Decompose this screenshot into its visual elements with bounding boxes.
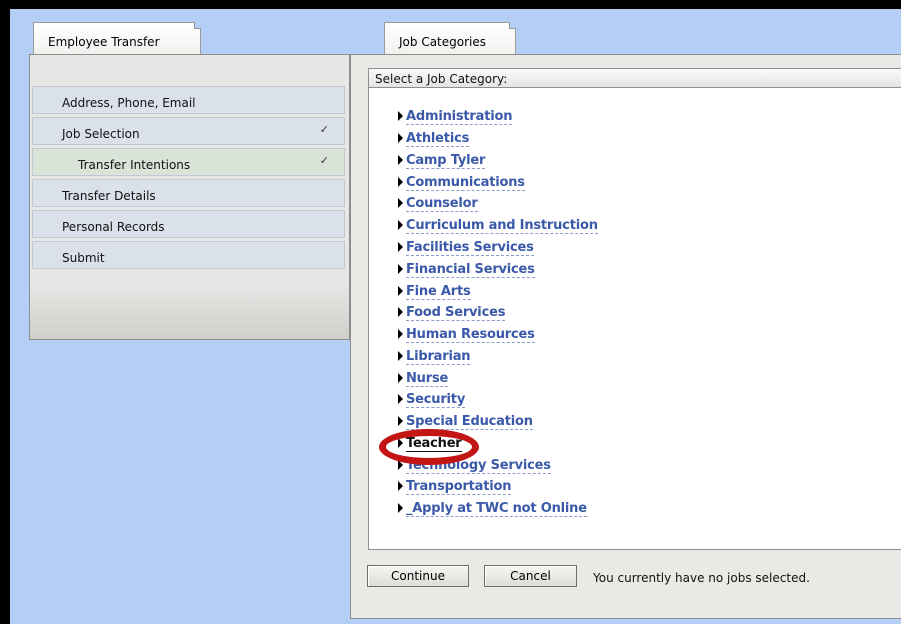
category-link-food-services[interactable]: Food Services [398, 305, 505, 323]
nav-item-label: Transfer Intentions [78, 158, 191, 172]
category-label: Transportation [406, 479, 512, 495]
triangle-right-icon [398, 177, 403, 187]
category-list-header: Select a Job Category: [368, 68, 901, 88]
category-link-financial-services[interactable]: Financial Services [398, 262, 535, 280]
category-label: _Apply at TWC not Online [406, 501, 587, 517]
nav-item-transfer-intentions[interactable]: Transfer Intentions ✓ [32, 148, 345, 176]
triangle-right-icon [398, 329, 403, 339]
category-label: Nurse [406, 371, 449, 387]
category-label: Facilities Services [406, 240, 534, 256]
nav-item-personal-records[interactable]: Personal Records [32, 210, 345, 238]
nav-item-transfer-details[interactable]: Transfer Details [32, 179, 345, 207]
tab-job-categories[interactable]: Job Categories [384, 22, 516, 55]
category-link-security[interactable]: Security [398, 392, 465, 410]
triangle-right-icon [398, 242, 403, 252]
category-link-counselor[interactable]: Counselor [398, 196, 478, 214]
app-window: Employee Transfer Address, Phone, Email … [10, 9, 901, 624]
category-link-apply-at-twc[interactable]: _Apply at TWC not Online [398, 501, 587, 519]
nav-item-label: Personal Records [62, 220, 165, 234]
cancel-button[interactable]: Cancel [484, 565, 577, 587]
category-label: Athletics [406, 131, 470, 147]
continue-button[interactable]: Continue [367, 565, 469, 587]
nav-item-label: Submit [62, 251, 105, 265]
tab-employee-transfer[interactable]: Employee Transfer [33, 22, 201, 55]
nav-item-label: Transfer Details [62, 189, 156, 203]
triangle-right-icon [398, 155, 403, 165]
category-link-fine-arts[interactable]: Fine Arts [398, 284, 471, 302]
nav-item-submit[interactable]: Submit [32, 241, 345, 269]
category-label: Counselor [406, 196, 478, 212]
category-link-athletics[interactable]: Athletics [398, 131, 469, 149]
nav-item-address-phone-email[interactable]: Address, Phone, Email [32, 86, 345, 114]
category-label: Librarian [406, 349, 471, 365]
triangle-right-icon [398, 220, 403, 230]
triangle-right-icon [398, 286, 403, 296]
triangle-right-icon [398, 307, 403, 317]
navigation-panel: Address, Phone, Email Job Selection ✓ Tr… [29, 54, 350, 340]
category-link-camp-tyler[interactable]: Camp Tyler [398, 153, 485, 171]
highlight-circle-annotation [379, 429, 479, 465]
triangle-right-icon [398, 264, 403, 274]
category-label: Camp Tyler [406, 153, 486, 169]
category-link-human-resources[interactable]: Human Resources [398, 327, 535, 345]
category-label: Fine Arts [406, 284, 471, 300]
triangle-right-icon [398, 198, 403, 208]
category-label: Communications [406, 175, 525, 191]
triangle-right-icon [398, 133, 403, 143]
triangle-right-icon [398, 351, 403, 361]
checkmark-icon: ✓ [319, 123, 329, 136]
nav-item-label: Address, Phone, Email [62, 96, 196, 110]
triangle-right-icon [398, 503, 403, 513]
category-link-curriculum-and-instruction[interactable]: Curriculum and Instruction [398, 218, 598, 236]
category-label: Human Resources [406, 327, 535, 343]
category-link-communications[interactable]: Communications [398, 175, 525, 193]
category-label: Security [406, 392, 466, 408]
category-label: Financial Services [406, 262, 535, 278]
triangle-right-icon [398, 481, 403, 491]
category-link-librarian[interactable]: Librarian [398, 349, 471, 367]
triangle-right-icon [398, 111, 403, 121]
selection-status-text: You currently have no jobs selected. [593, 571, 810, 585]
category-link-transportation[interactable]: Transportation [398, 479, 512, 497]
checkmark-icon: ✓ [319, 154, 329, 167]
category-label: Administration [406, 109, 513, 125]
nav-item-label: Job Selection [62, 127, 140, 141]
triangle-right-icon [398, 416, 403, 426]
category-link-nurse[interactable]: Nurse [398, 371, 448, 389]
category-link-administration[interactable]: Administration [398, 109, 512, 127]
triangle-right-icon [398, 373, 403, 383]
category-link-facilities-services[interactable]: Facilities Services [398, 240, 534, 258]
triangle-right-icon [398, 394, 403, 404]
category-label: Curriculum and Instruction [406, 218, 598, 234]
category-label: Food Services [406, 305, 506, 321]
nav-item-job-selection[interactable]: Job Selection ✓ [32, 117, 345, 145]
category-label: Special Education [406, 414, 533, 430]
